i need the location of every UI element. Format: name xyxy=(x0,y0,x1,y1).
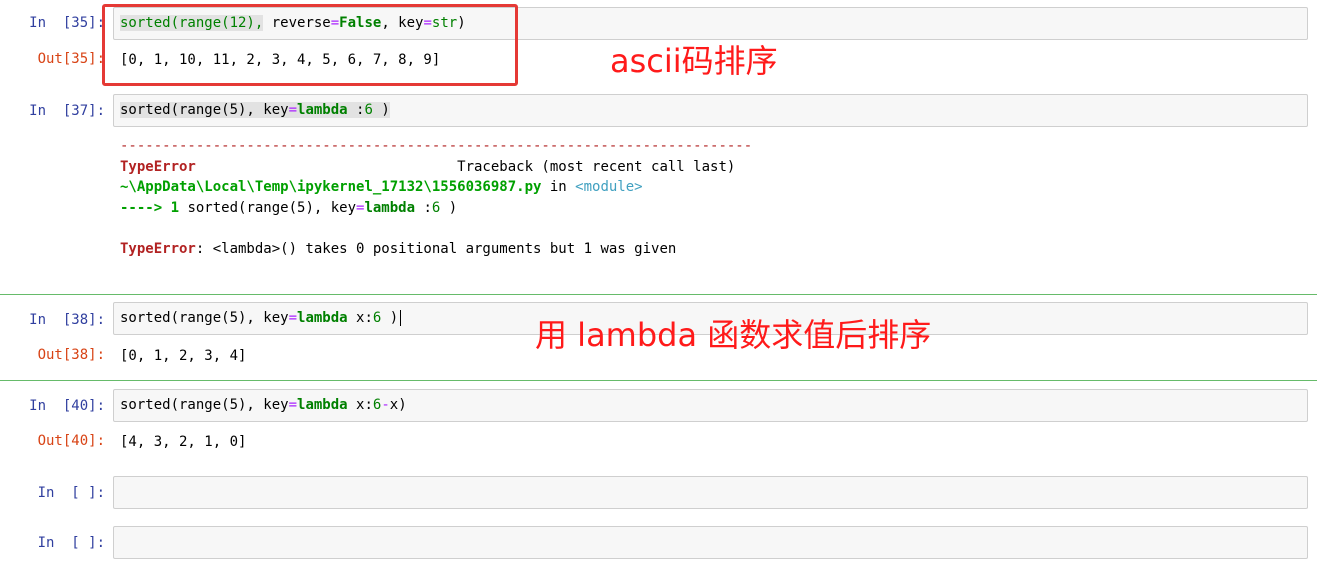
traceback-module: <module> xyxy=(575,179,643,195)
cell-37-in-prompt: In [37]: xyxy=(29,103,105,119)
traceback-header: TypeError Traceback (most recent call la… xyxy=(120,159,735,175)
code-token: x: xyxy=(347,310,373,326)
code-token: : xyxy=(415,200,432,216)
cell-40-output: [4, 3, 2, 1, 0] xyxy=(120,434,247,450)
empty-cell-input[interactable] xyxy=(113,476,1308,509)
code-token: - xyxy=(381,397,390,413)
traceback-code-line: ----> 1 sorted(range(5), key=lambda :6 ) xyxy=(120,200,457,216)
traceback-path-line: ~\AppData\Local\Temp\ipykernel_17132\155… xyxy=(120,179,643,195)
cell-40-out-prompt: Out[40]: xyxy=(37,433,105,449)
code-token: sorted(range(5), key xyxy=(120,397,289,413)
code-token: : xyxy=(347,102,365,118)
cell-37-input[interactable]: sorted(range(5), key=lambda :6 ) xyxy=(113,94,1308,127)
traceback-error-line: TypeError: <lambda>() takes 0 positional… xyxy=(120,241,676,257)
cell-37-code: sorted(range(5), key=lambda :6 ) xyxy=(120,102,390,118)
traceback-in: in xyxy=(541,179,576,195)
error-label: TypeError xyxy=(120,241,196,257)
traceback-path: ~\AppData\Local\Temp\ipykernel_17132\155… xyxy=(120,179,542,195)
cell-40-in-prompt: In [40]: xyxy=(29,398,105,414)
code-token: ) xyxy=(372,102,390,118)
cell-35-in-prompt: In [35]: xyxy=(29,15,105,31)
error-message: : <lambda>() takes 0 positional argument… xyxy=(195,241,677,257)
empty-cell-in-prompt: In [ ]: xyxy=(37,535,105,551)
annotation-ascii: ascii码排序 xyxy=(610,42,778,80)
code-token: sorted(range(5), key xyxy=(120,310,289,326)
code-token: = xyxy=(288,310,298,326)
code-token: x: xyxy=(347,397,373,413)
traceback-arrow: ----> 1 xyxy=(120,200,188,216)
code-token: = xyxy=(288,102,298,118)
annotation-lambda: 用 lambda 函数求值后排序 xyxy=(535,316,932,354)
cell-separator xyxy=(0,380,1317,381)
traceback-error-name: TypeError xyxy=(120,159,196,175)
cell-35-out-prompt: Out[35]: xyxy=(37,51,105,67)
code-token: lambda xyxy=(297,310,348,326)
text-cursor xyxy=(400,310,402,326)
traceback-label: Traceback (most recent call last) xyxy=(195,159,736,175)
cell-38-in-prompt: In [38]: xyxy=(29,312,105,328)
code-token: x) xyxy=(389,397,407,413)
code-token: sorted(range(5), key xyxy=(187,200,357,216)
code-token: ) xyxy=(381,310,399,326)
code-token: sorted(range(5), key xyxy=(120,102,289,118)
highlight-box xyxy=(102,4,518,86)
code-token: lambda xyxy=(297,102,348,118)
cell-40-code: sorted(range(5), key=lambda x:6-x) xyxy=(120,397,407,413)
code-token: lambda xyxy=(297,397,348,413)
code-token: 6 xyxy=(364,102,373,118)
code-token: lambda xyxy=(364,200,416,216)
empty-cell-input[interactable] xyxy=(113,526,1308,559)
code-token: = xyxy=(288,397,298,413)
traceback-dashes: ----------------------------------------… xyxy=(120,138,753,154)
empty-cell-in-prompt: In [ ]: xyxy=(37,485,105,501)
cell-38-out-prompt: Out[38]: xyxy=(37,347,105,363)
cell-40-input[interactable]: sorted(range(5), key=lambda x:6-x) xyxy=(113,389,1308,422)
code-token: ) xyxy=(440,200,458,216)
cell-38-output: [0, 1, 2, 3, 4] xyxy=(120,348,247,364)
cell-separator xyxy=(0,294,1317,295)
cell-38-code: sorted(range(5), key=lambda x:6 ) xyxy=(120,310,402,326)
